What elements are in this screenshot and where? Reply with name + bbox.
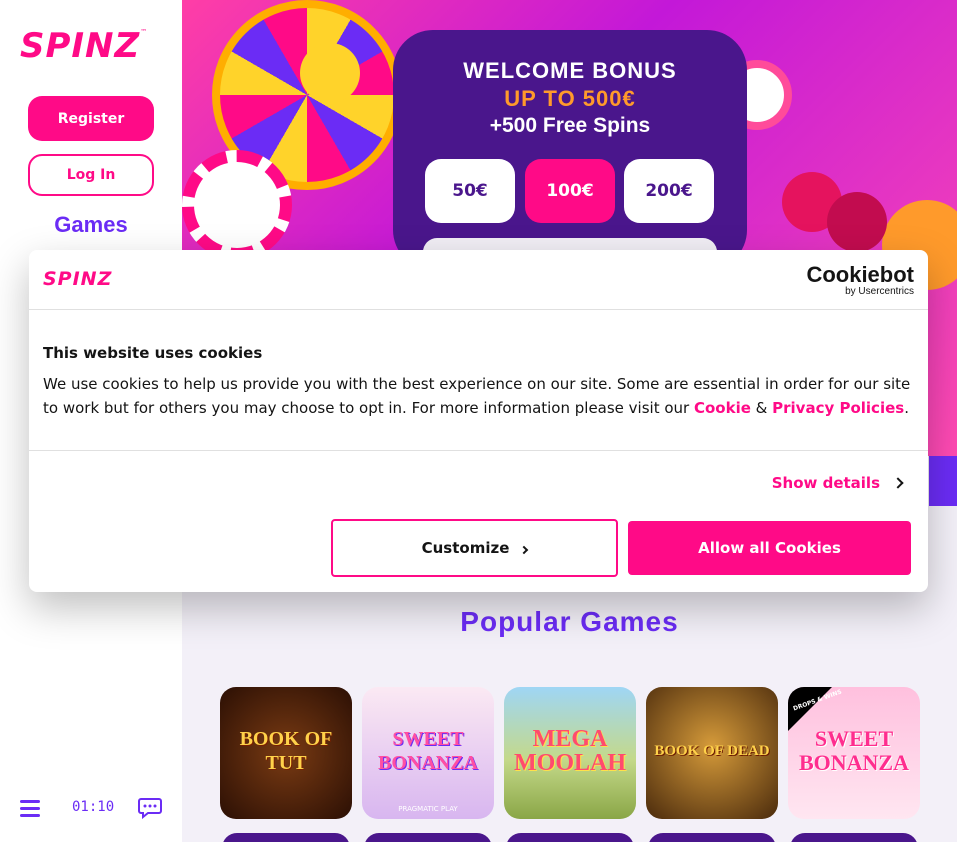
cookiebot-name: Cookiebot [806, 262, 914, 287]
cookie-title: This website uses cookies [43, 344, 263, 362]
game-tile-sweet-bonanza[interactable]: DROPS & WINS SWEET BONANZA [788, 687, 920, 819]
cookie-policy-link[interactable]: Cookie [694, 399, 751, 417]
casino-chip-graphic [182, 150, 292, 260]
divider [29, 450, 928, 451]
bonus-free-spins: +500 Free Spins [489, 114, 651, 137]
deposit-amount-options: 50€ 100€ 200€ [425, 159, 715, 223]
amount-100-button[interactable]: 100€ [525, 159, 615, 223]
logo-tm: ™ [140, 28, 148, 36]
popular-games-heading: Popular Games [460, 606, 679, 637]
amount-50-button[interactable]: 50€ [425, 159, 515, 223]
show-details-link[interactable]: Show details [772, 474, 904, 492]
game-play-button[interactable] [648, 833, 776, 842]
login-button[interactable]: Log In [28, 154, 154, 196]
divider [29, 309, 928, 310]
amount-200-button[interactable]: 200€ [624, 159, 714, 223]
customize-button[interactable]: Customize [331, 519, 618, 577]
hamburger-menu-icon[interactable] [20, 800, 40, 818]
game-provider: PRAGMATIC PLAY [398, 805, 458, 813]
cookie-description: We use cookies to help us provide you wi… [43, 375, 911, 417]
welcome-bonus-card: WELCOME BONUS UP TO 500€ +500 Free Spins… [393, 30, 747, 270]
cookiebot-by: by Usercentrics [845, 286, 914, 297]
chevron-right-icon [892, 477, 904, 489]
cookie-consent-dialog: SPINZ Cookiebot by Usercentrics This web… [29, 250, 928, 592]
spinz-logo[interactable]: SPINZ™ [20, 28, 162, 64]
game-play-button[interactable] [364, 833, 492, 842]
register-button[interactable]: Register [28, 96, 154, 141]
session-timer: 01:10 [72, 799, 115, 815]
cherry-graphic-2 [827, 192, 887, 252]
game-play-button[interactable] [790, 833, 918, 842]
chevron-right-icon [520, 545, 529, 555]
game-tile-book-of-dead[interactable]: BOOK OF DEAD [646, 687, 778, 819]
cookie-spinz-logo: SPINZ [43, 268, 113, 290]
hero-side-tab[interactable] [929, 456, 957, 506]
bonus-amount: UP TO 500€ [504, 86, 636, 111]
cookiebot-logo[interactable]: Cookiebot by Usercentrics [806, 262, 914, 298]
game-title: BOOK OF TUT [239, 728, 333, 774]
game-title: SWEET BONANZA [798, 726, 909, 775]
nav-games[interactable]: Games [0, 212, 182, 238]
game-tile-mega-moolah[interactable]: MEGA MOOLAH [504, 687, 636, 819]
game-tile-book-of-tut[interactable]: BOOK OF TUT [220, 687, 352, 819]
game-play-button[interactable] [222, 833, 350, 842]
game-tile-sweet-bonanza-candyland[interactable]: SWEET BONANZA PRAGMATIC PLAY [362, 687, 494, 819]
game-title: MEGA MOOLAH [514, 726, 626, 776]
game-title: BOOK OF DEAD [654, 743, 770, 759]
privacy-policies-link[interactable]: Privacy Policies [772, 399, 904, 417]
chat-icon[interactable] [138, 797, 162, 819]
sidebar-bottom-bar: 01:10 [0, 780, 182, 842]
allow-all-cookies-button[interactable]: Allow all Cookies [628, 521, 911, 575]
game-play-button[interactable] [506, 833, 634, 842]
bonus-title: WELCOME BONUS [463, 58, 677, 83]
logo-text: SPINZ [20, 26, 141, 66]
game-title: SWEET BONANZA [377, 728, 478, 774]
